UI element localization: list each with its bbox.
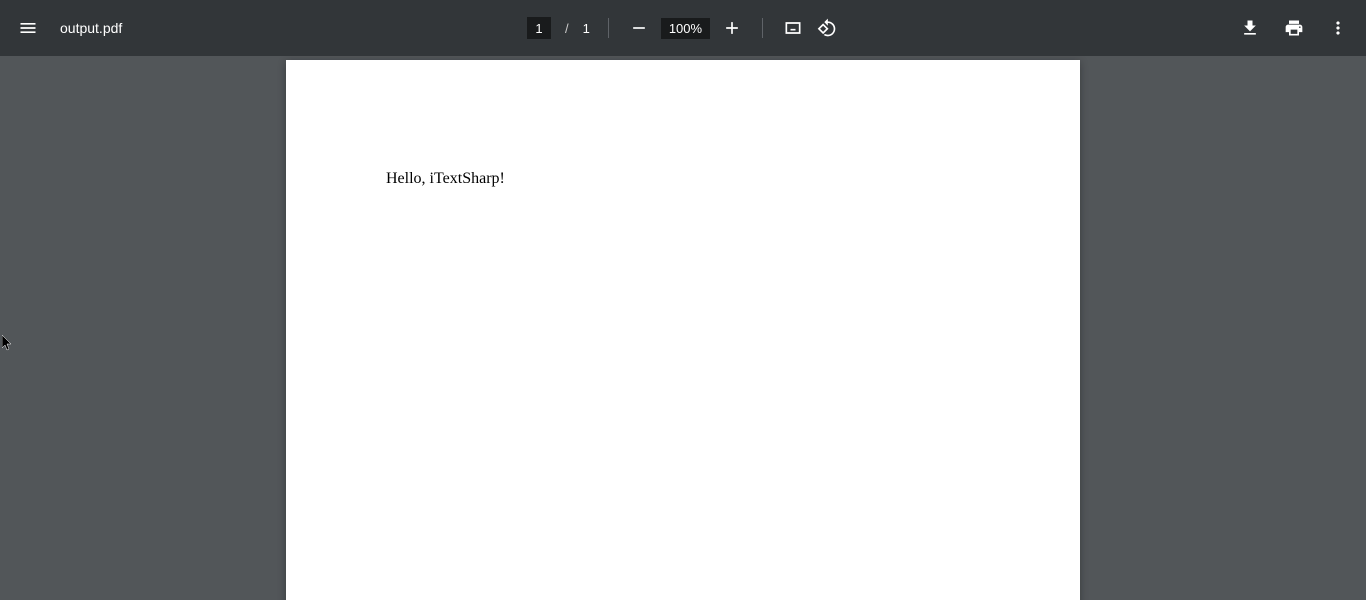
page-total: 1 <box>583 21 590 36</box>
pdf-toolbar: output.pdf / 1 100% <box>0 0 1366 56</box>
more-vertical-icon <box>1328 18 1348 38</box>
pdf-viewport[interactable]: Hello, iTextSharp! <box>0 56 1366 600</box>
divider <box>762 18 763 38</box>
pdf-page-1: Hello, iTextSharp! <box>286 60 1080 600</box>
toolbar-center: / 1 100% <box>527 16 839 40</box>
page-separator: / <box>565 21 569 36</box>
print-icon <box>1284 18 1304 38</box>
zoom-out-button[interactable] <box>627 16 651 40</box>
download-icon <box>1240 18 1260 38</box>
divider <box>608 18 609 38</box>
page-wrapper: Hello, iTextSharp! <box>0 56 1366 600</box>
fit-page-button[interactable] <box>781 16 805 40</box>
hamburger-icon <box>18 18 38 38</box>
download-button[interactable] <box>1238 16 1262 40</box>
toolbar-right <box>839 16 1350 40</box>
more-options-button[interactable] <box>1326 16 1350 40</box>
toolbar-left: output.pdf <box>16 16 527 40</box>
rotate-button[interactable] <box>815 16 839 40</box>
fit-page-icon <box>783 18 803 38</box>
rotate-icon <box>817 18 837 38</box>
zoom-level-display[interactable]: 100% <box>661 18 710 39</box>
minus-icon <box>629 18 649 38</box>
pdf-content-text: Hello, iTextSharp! <box>386 170 980 188</box>
print-button[interactable] <box>1282 16 1306 40</box>
page-number-input[interactable] <box>527 17 551 39</box>
document-filename: output.pdf <box>60 20 122 36</box>
plus-icon <box>722 18 742 38</box>
zoom-in-button[interactable] <box>720 16 744 40</box>
menu-button[interactable] <box>16 16 40 40</box>
